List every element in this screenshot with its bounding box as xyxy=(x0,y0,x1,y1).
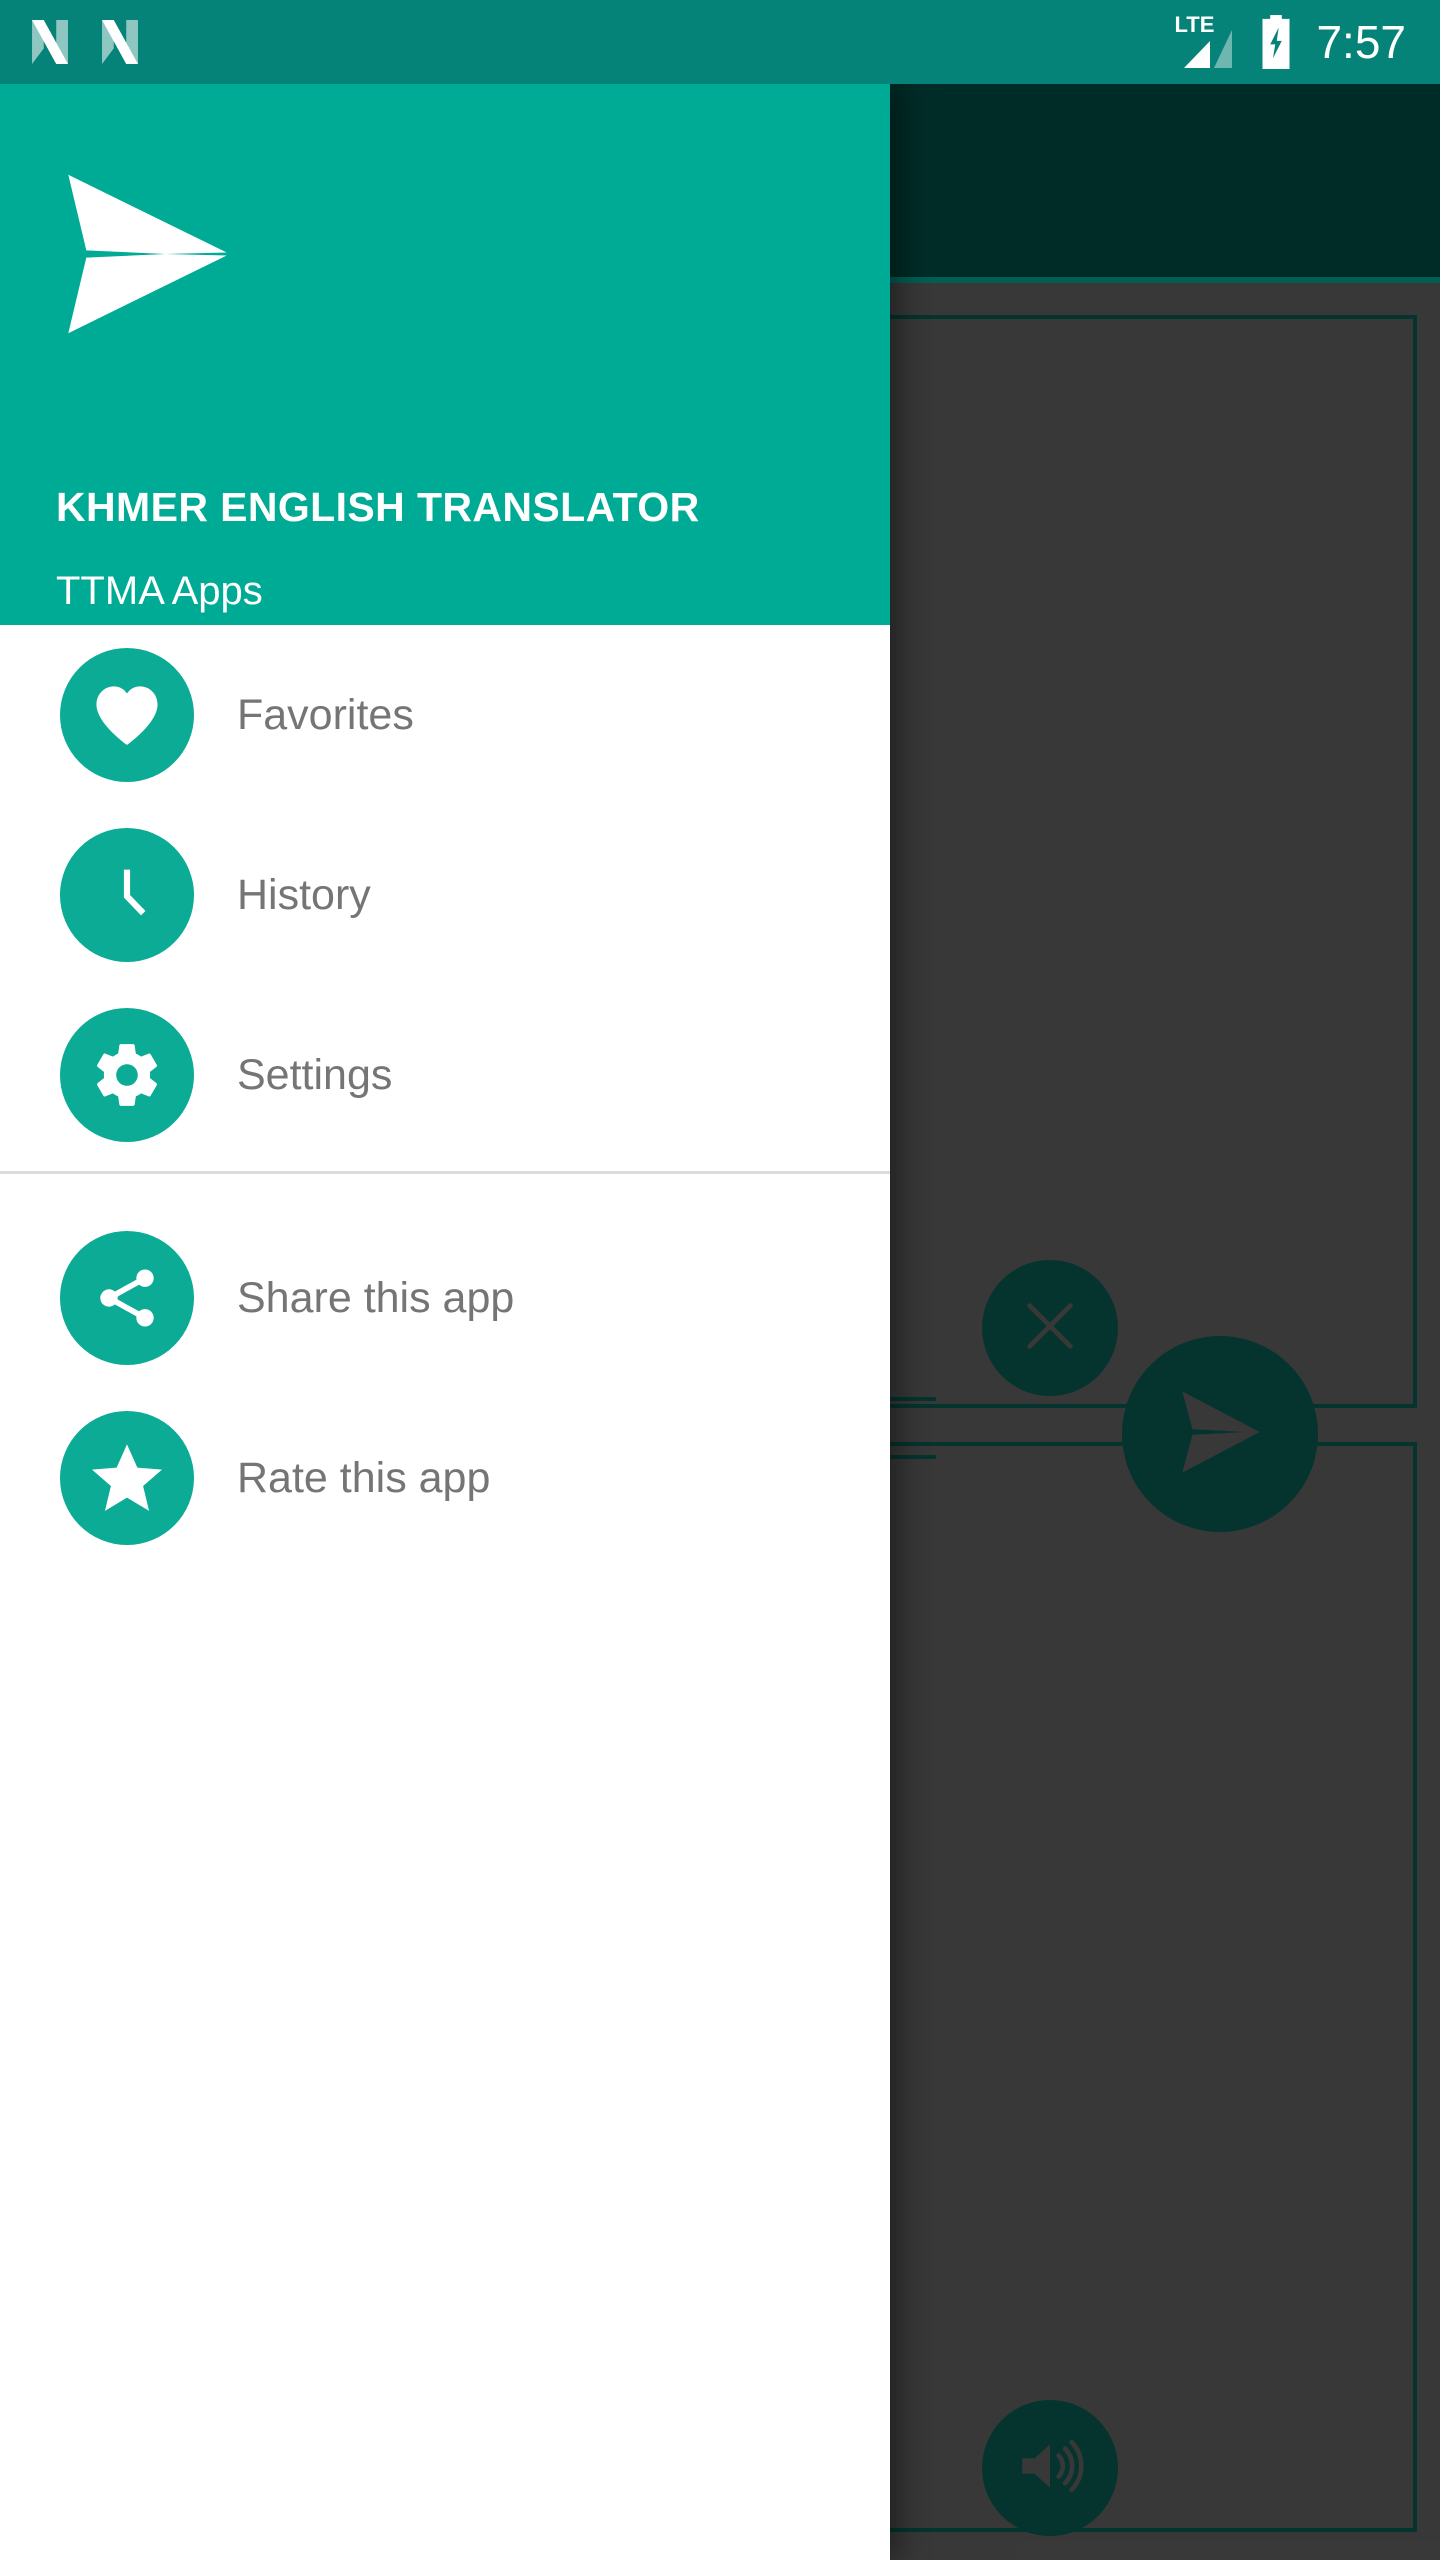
android-n-icon xyxy=(98,16,142,68)
status-indicators: LTE 7:57 xyxy=(1174,0,1406,84)
signal-bars-icon: LTE xyxy=(1174,14,1236,70)
gear-icon xyxy=(60,1008,194,1142)
sidebar-item-share-this-app[interactable]: Share this app xyxy=(0,1208,890,1388)
sidebar-item-settings[interactable]: Settings xyxy=(0,985,890,1165)
share-icon xyxy=(60,1231,194,1365)
star-icon xyxy=(60,1411,194,1545)
status-bar: LTE 7:57 xyxy=(0,0,1440,84)
sidebar-item-label: History xyxy=(237,871,371,919)
heart-icon xyxy=(60,648,194,782)
battery-charging-icon xyxy=(1258,15,1294,69)
status-notifications xyxy=(28,0,142,84)
sidebar-item-history[interactable]: History xyxy=(0,805,890,985)
sidebar-item-label: Rate this app xyxy=(237,1454,491,1502)
status-clock: 7:57 xyxy=(1316,16,1406,68)
drawer-header: KHMER ENGLISH TRANSLATOR TTMA Apps xyxy=(0,84,890,625)
sidebar-item-rate-this-app[interactable]: Rate this app xyxy=(0,1388,890,1568)
phone-screen: ENGLISH xyxy=(0,0,1440,2560)
drawer-app-title: KHMER ENGLISH TRANSLATOR xyxy=(56,484,700,530)
clock-icon xyxy=(60,828,194,962)
sidebar-item-label: Settings xyxy=(237,1051,393,1099)
drawer-app-subtitle: TTMA Apps xyxy=(56,569,263,613)
sidebar-item-label: Favorites xyxy=(237,691,414,739)
sidebar-item-favorites[interactable]: Favorites xyxy=(0,625,890,805)
drawer-menu: Favorites History Settings Share this ap… xyxy=(0,625,890,1568)
android-n-icon xyxy=(28,16,72,68)
paper-plane-logo xyxy=(55,164,240,344)
sidebar-item-label: Share this app xyxy=(237,1274,515,1322)
navigation-drawer: KHMER ENGLISH TRANSLATOR TTMA Apps Favor… xyxy=(0,84,890,2560)
